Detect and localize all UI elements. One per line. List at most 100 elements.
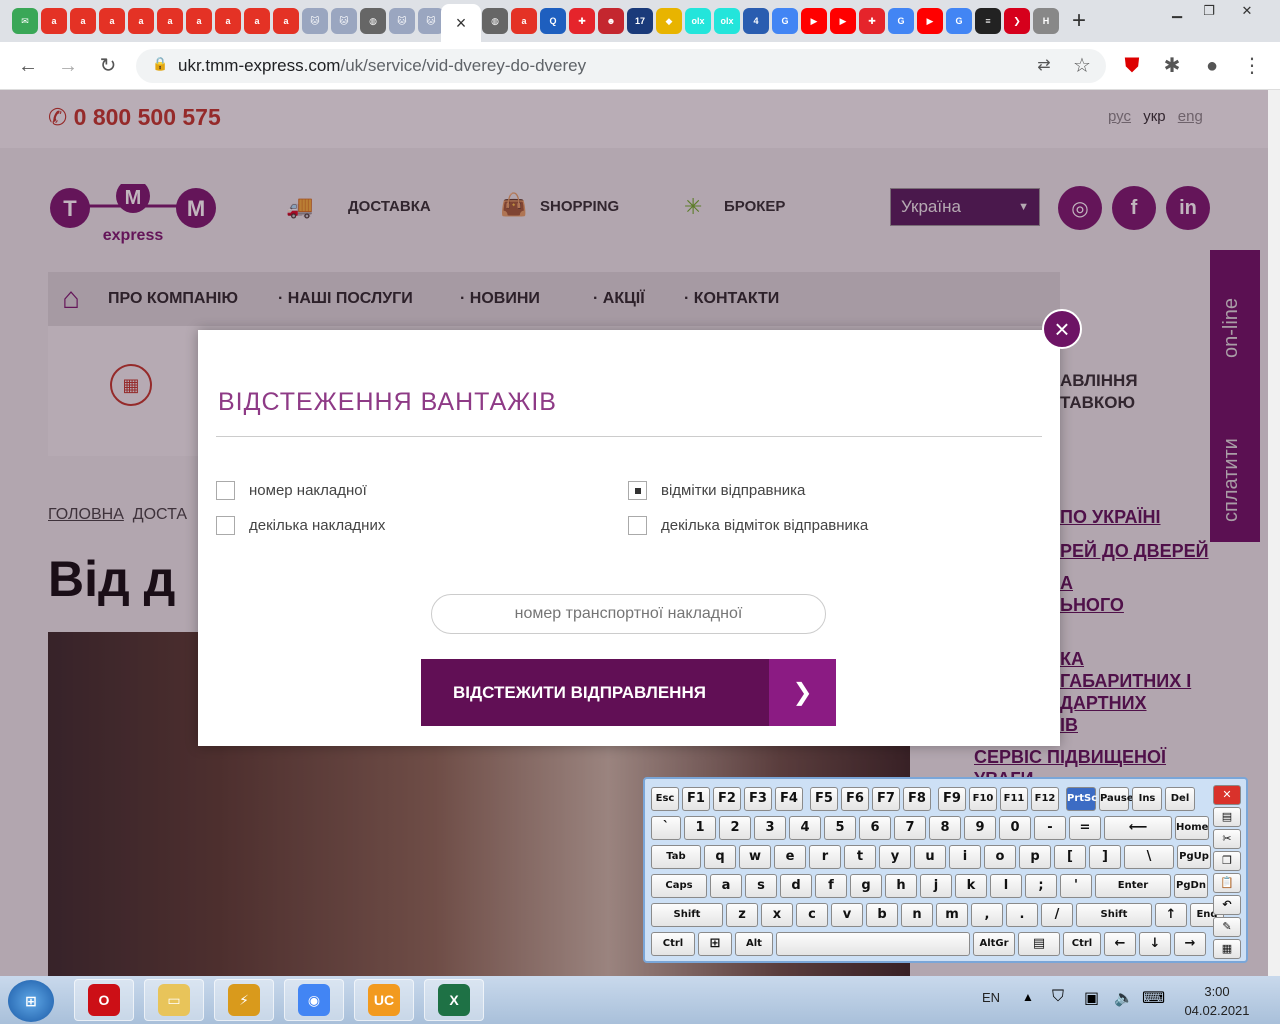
new-tab-button[interactable]: + xyxy=(1066,8,1092,34)
shield-tray-icon[interactable]: ⛉ xyxy=(1052,988,1064,1006)
youtube-icon[interactable]: ▶ xyxy=(830,8,856,34)
key[interactable]: Ins xyxy=(1132,787,1162,811)
key[interactable]: Tab xyxy=(651,845,701,869)
key[interactable]: j xyxy=(920,874,952,898)
volume-icon[interactable]: 🔈 xyxy=(1114,988,1134,1008)
start-button[interactable]: ⊞ xyxy=(8,980,54,1022)
forward-icon[interactable]: → xyxy=(54,52,82,80)
key[interactable]: Shift xyxy=(651,903,723,927)
key[interactable]: ↑ xyxy=(1155,903,1187,927)
key[interactable]: e xyxy=(774,845,806,869)
key[interactable]: PgUp xyxy=(1177,845,1211,869)
menu-icon[interactable]: ⋮ xyxy=(1238,52,1266,80)
osk-tool-icon[interactable]: ❐ xyxy=(1213,851,1241,871)
key[interactable]: w xyxy=(739,845,771,869)
key[interactable]: . xyxy=(1006,903,1038,927)
bars-icon[interactable]: ≡ xyxy=(975,8,1001,34)
key[interactable]: PgDn xyxy=(1174,874,1208,898)
map-icon[interactable]: ◆ xyxy=(656,8,682,34)
close-modal-icon[interactable]: × xyxy=(1042,309,1082,349)
chevron-icon[interactable]: ❯ xyxy=(1004,8,1030,34)
globe-icon[interactable]: ◍ xyxy=(482,8,508,34)
key[interactable]: Esc xyxy=(651,787,679,811)
key[interactable]: r xyxy=(809,845,841,869)
key[interactable]: 3 xyxy=(754,816,786,840)
key[interactable]: ▤ xyxy=(1018,932,1060,956)
osk-tool-icon[interactable]: ✎ xyxy=(1213,917,1241,937)
aliexpress-icon[interactable]: a xyxy=(186,8,212,34)
space-key[interactable] xyxy=(776,932,970,956)
smile-icon[interactable]: ☻ xyxy=(598,8,624,34)
back-icon[interactable]: ← xyxy=(14,52,42,80)
google-icon[interactable]: G xyxy=(946,8,972,34)
key[interactable]: F2 xyxy=(713,787,741,811)
key[interactable]: [ xyxy=(1054,845,1086,869)
key[interactable]: Del xyxy=(1165,787,1195,811)
key[interactable]: 5 xyxy=(824,816,856,840)
key[interactable]: 8 xyxy=(929,816,961,840)
key[interactable]: v xyxy=(831,903,863,927)
key[interactable]: AltGr xyxy=(973,932,1015,956)
key[interactable]: p xyxy=(1019,845,1051,869)
osk-tool-icon[interactable]: ▤ xyxy=(1213,807,1241,827)
osk-tool-icon[interactable]: ✕ xyxy=(1213,785,1241,805)
option-multiple-sender-marks[interactable]: декілька відміток відправника xyxy=(628,516,868,535)
key[interactable]: q xyxy=(704,845,736,869)
aliexpress-icon[interactable]: a xyxy=(128,8,154,34)
aliexpress-icon[interactable]: a xyxy=(41,8,67,34)
key[interactable]: u xyxy=(914,845,946,869)
key[interactable]: b xyxy=(866,903,898,927)
key[interactable]: F7 xyxy=(872,787,900,811)
key[interactable]: o xyxy=(984,845,1016,869)
olx-icon[interactable]: olx xyxy=(714,8,740,34)
key[interactable]: m xyxy=(936,903,968,927)
key[interactable]: F9 xyxy=(938,787,966,811)
tray-expand-icon[interactable]: ▲ xyxy=(1022,990,1034,1004)
key[interactable]: F5 xyxy=(810,787,838,811)
rozetka-icon[interactable]: ✚ xyxy=(569,8,595,34)
key[interactable]: ' xyxy=(1060,874,1092,898)
google-icon[interactable]: G xyxy=(888,8,914,34)
key[interactable]: / xyxy=(1041,903,1073,927)
key[interactable]: f xyxy=(815,874,847,898)
checkbox[interactable] xyxy=(628,516,647,535)
key[interactable]: F1 xyxy=(682,787,710,811)
olx-icon[interactable]: olx xyxy=(685,8,711,34)
input-language[interactable]: EN xyxy=(982,990,1000,1005)
key[interactable]: i xyxy=(949,845,981,869)
key[interactable]: Enter xyxy=(1095,874,1171,898)
keyboard-tray-icon[interactable]: ⌨ xyxy=(1142,988,1165,1008)
osk-tool-icon[interactable]: ↶ xyxy=(1213,895,1241,915)
page-scrollbar[interactable] xyxy=(1268,90,1280,976)
key[interactable]: = xyxy=(1069,816,1101,840)
key[interactable]: ` xyxy=(651,816,681,840)
key[interactable]: , xyxy=(971,903,1003,927)
option-multiple-waybills[interactable]: декілька накладних xyxy=(216,516,385,535)
key[interactable]: t xyxy=(844,845,876,869)
key[interactable]: ; xyxy=(1025,874,1057,898)
17-icon[interactable]: 17 xyxy=(627,8,653,34)
key[interactable]: - xyxy=(1034,816,1066,840)
key[interactable]: z xyxy=(726,903,758,927)
key[interactable]: Home xyxy=(1175,816,1209,840)
key[interactable]: 7 xyxy=(894,816,926,840)
key[interactable]: Ctrl xyxy=(651,932,695,956)
key[interactable]: ← xyxy=(1104,932,1136,956)
reload-icon[interactable]: ↻ xyxy=(94,52,122,80)
taskbar-app[interactable]: UC xyxy=(354,979,414,1021)
network-icon[interactable]: ▣ xyxy=(1084,988,1099,1008)
key[interactable]: ↓ xyxy=(1139,932,1171,956)
checkbox[interactable] xyxy=(628,481,647,500)
key[interactable]: d xyxy=(780,874,812,898)
checkbox[interactable] xyxy=(216,481,235,500)
key[interactable]: F12 xyxy=(1031,787,1059,811)
osk-tool-icon[interactable]: ✂ xyxy=(1213,829,1241,849)
key[interactable]: Shift xyxy=(1076,903,1152,927)
key[interactable]: Alt xyxy=(735,932,773,956)
key[interactable]: ⊞ xyxy=(698,932,732,956)
key[interactable]: 0 xyxy=(999,816,1031,840)
waybill-input[interactable] xyxy=(431,594,826,634)
key[interactable]: F10 xyxy=(969,787,997,811)
mail-icon[interactable]: ✉ xyxy=(12,8,38,34)
lock-icon[interactable]: 🔒 xyxy=(152,56,168,72)
